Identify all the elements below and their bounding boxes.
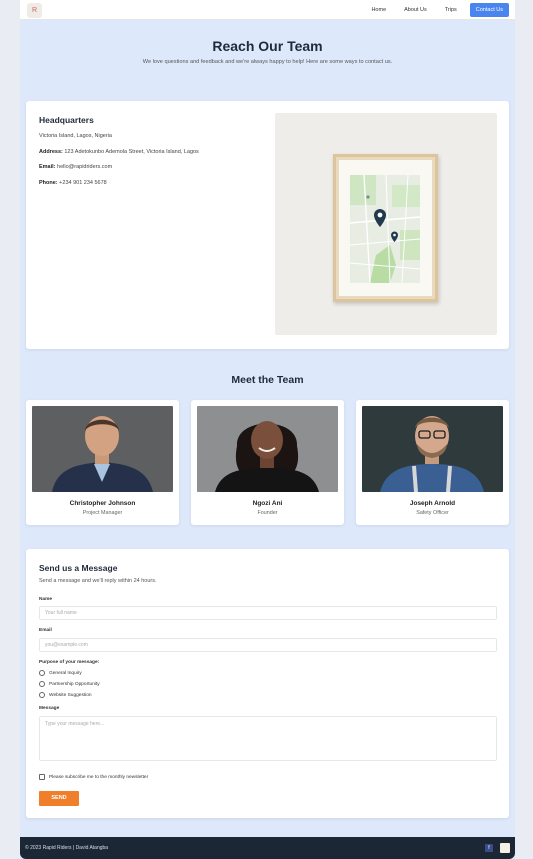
purpose-option-label: Partnership Opportunity [49,681,100,687]
hq-address-label: Address: [39,149,63,155]
team-card-2: Joseph Arnold Safety Officer [356,400,509,525]
hq-email-value[interactable]: hello@rapidriders.com [57,164,112,170]
message-label: Message [39,706,60,711]
team-card-1: Ngozi Ani Founder [191,400,344,525]
hq-email: Email: hello@rapidriders.com [39,164,112,170]
purpose-option-general[interactable]: General Inquiry [39,670,82,676]
navbar: R Home About Us Trips Contact Us [20,0,515,20]
name-label: Name [39,597,53,602]
email-label: Email [39,628,52,633]
page-subtitle: We love questions and feedback and we're… [142,59,393,65]
team-member-name: Joseph Arnold [409,500,456,507]
hq-email-label: Email: [39,164,56,170]
team-photo [32,406,173,492]
logo-mark: R [31,7,38,14]
name-input[interactable] [39,606,497,620]
footer: © 2023 Rapid Riders | David Atangba f [20,837,515,859]
nav-link-home[interactable]: Home [362,3,395,17]
team-member-role: Safety Officer [416,510,449,516]
page: R Home About Us Trips Contact Us Reach O… [20,0,515,859]
newsletter-checkbox[interactable] [39,774,45,780]
headquarters-title: Headquarters [39,115,94,125]
hq-phone: Phone: +234 901 234 5678 [39,180,107,186]
send-button[interactable]: SEND [39,791,79,806]
purpose-label: Purpose of your message: [39,660,100,665]
form-subtitle: Send a message and we'll reply within 24… [39,578,157,584]
form-title: Send us a Message [39,563,118,573]
footer-copyright: © 2023 Rapid Riders | David Atangba [25,845,109,851]
email-input[interactable] [39,638,497,652]
page-title: Reach Our Team [212,38,323,54]
hq-address-value: 123 Adetokunbo Ademola Street, Victoria … [64,149,199,155]
purpose-option-partnership[interactable]: Partnership Opportunity [39,681,100,687]
facebook-icon[interactable]: f [485,844,493,852]
social-icon[interactable] [500,843,510,853]
contact-us-button[interactable]: Contact Us [469,3,509,17]
newsletter-row[interactable]: Please subscribe me to the monthly newsl… [39,774,148,780]
hq-location: Victoria Island, Lagos, Nigeria [39,133,112,139]
map-illustration [350,175,420,283]
nav-link-trips[interactable]: Trips [436,3,466,17]
map-image [275,113,497,335]
nav-link-about[interactable]: About Us [395,3,436,17]
hq-phone-label: Phone: [39,180,58,186]
hq-address: Address: 123 Adetokunbo Ademola Street, … [39,149,199,155]
radio-button[interactable] [39,681,45,687]
radio-button[interactable] [39,670,45,676]
team-member-name: Ngozi Ani [252,500,283,507]
radio-button[interactable] [39,692,45,698]
headquarters-card: Headquarters Victoria Island, Lagos, Nig… [26,101,509,349]
team-member-role: Project Manager [82,510,123,516]
team-photo [197,406,338,492]
team-card-0: Christopher Johnson Project Manager [26,400,179,525]
picture-frame [333,154,438,302]
team-photo [362,406,503,492]
team-member-name: Christopher Johnson [69,500,136,507]
purpose-option-suggestion[interactable]: Website Suggestion [39,692,92,698]
nav-links: Home About Us Trips Contact Us [362,3,509,17]
logo[interactable]: R [27,3,42,18]
team-member-role: Founder [257,510,278,516]
purpose-option-label: Website Suggestion [49,692,92,698]
message-textarea[interactable] [39,716,497,761]
purpose-option-label: General Inquiry [49,670,82,676]
hq-phone-value: +234 901 234 5678 [59,180,107,186]
contact-form: Send us a Message Send a message and we'… [26,549,509,818]
team-section-title: Meet the Team [231,374,304,386]
newsletter-label: Please subscribe me to the monthly newsl… [49,774,149,780]
